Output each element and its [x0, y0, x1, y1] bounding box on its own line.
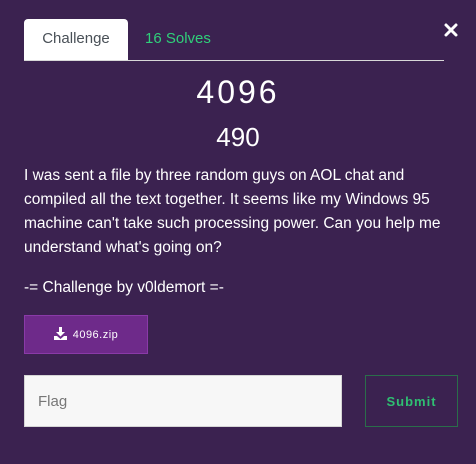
submit-button[interactable]: Submit — [365, 375, 458, 427]
download-file-button[interactable]: 4096.zip — [24, 315, 148, 354]
download-icon — [53, 326, 67, 343]
challenge-description: I was sent a file by three random guys o… — [24, 167, 441, 256]
challenge-author: -= Challenge by v0ldemort =- — [24, 279, 224, 296]
download-file-name: 4096.zip — [72, 328, 119, 341]
challenge-points: 490 — [216, 122, 260, 152]
tab-solves[interactable]: 16 Solves — [129, 19, 227, 60]
flag-input[interactable] — [24, 375, 342, 427]
close-icon[interactable] — [443, 22, 459, 38]
challenge-title: 4096 — [196, 74, 280, 110]
tab-bar: Challenge 16 Solves — [24, 19, 444, 61]
tab-challenge[interactable]: Challenge — [24, 19, 128, 60]
